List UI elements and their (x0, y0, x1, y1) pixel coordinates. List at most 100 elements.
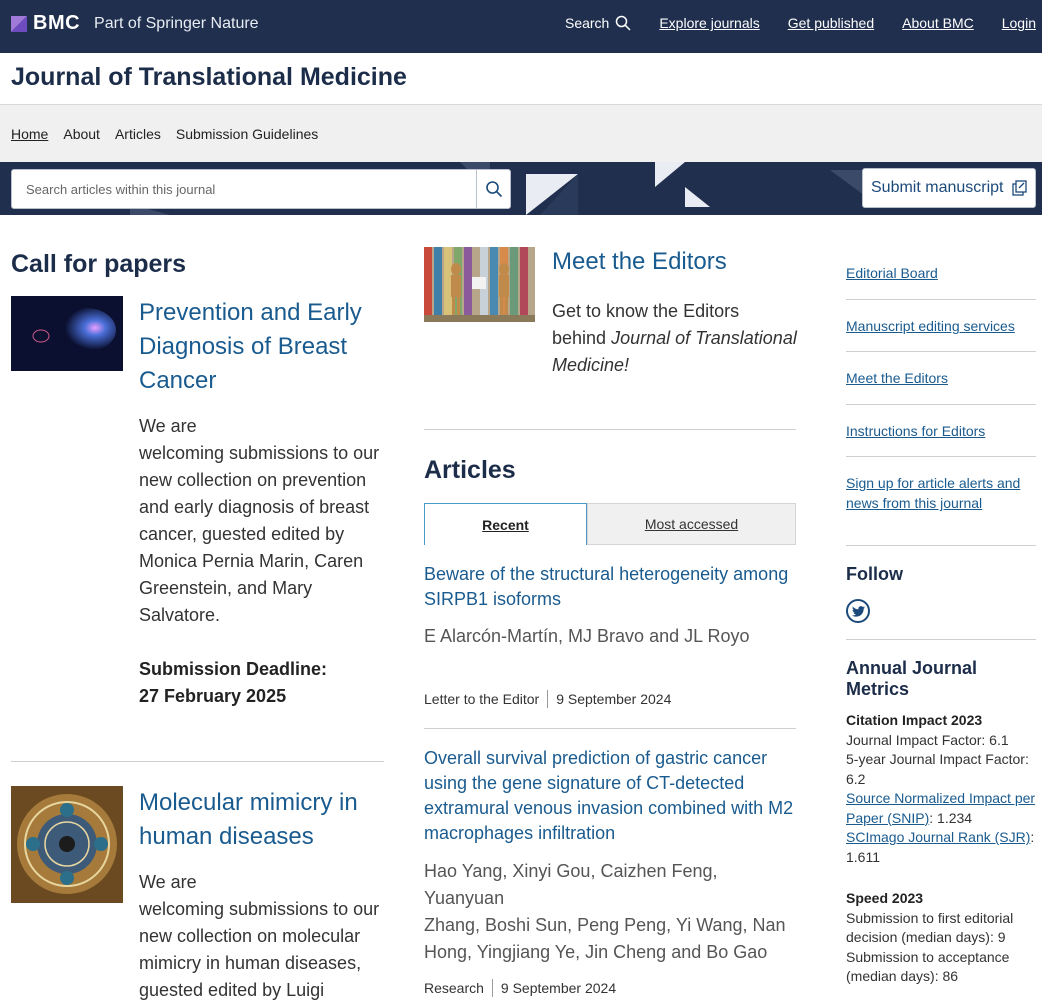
molecular-mimicry-thumbnail[interactable] (11, 786, 123, 903)
article-date: 9 September 2024 (500, 980, 617, 996)
cfp-body-2-line: mimicry in human diseases, (139, 953, 362, 973)
sidebar-link-manuscript-editing[interactable]: Manuscript editing services (846, 316, 1036, 336)
cfp-body-2-line: We are (139, 872, 197, 892)
journal-nav-submission-guidelines[interactable]: Submission Guidelines (176, 126, 318, 142)
sidebar-link-label: Editorial Board (846, 265, 938, 281)
sjr-link[interactable]: SCImago Journal Rank (SJR) (846, 829, 1030, 845)
search-icon (485, 181, 502, 198)
citation-impact-block: Citation Impact 2023 Journal Impact Fact… (846, 711, 1038, 867)
search-icon (616, 15, 631, 31)
article-title-line: Beware of the structural heterogeneity a… (424, 564, 789, 584)
sidebar-link-editorial-board[interactable]: Editorial Board (846, 263, 1036, 283)
global-search-button[interactable]: Search (565, 15, 631, 31)
molecular-mimicry-image (11, 786, 123, 903)
meet-editors-body: Get to know the Editors behind Journal o… (552, 298, 802, 379)
cfp-title-2[interactable]: Molecular mimicry in human diseases (139, 786, 384, 854)
divider (11, 761, 384, 762)
journal-nav-home[interactable]: Home (11, 126, 48, 142)
sjr-separator: : (1030, 829, 1035, 845)
divider (846, 404, 1036, 405)
annual-metrics-heading: Annual Journal Metrics (846, 658, 978, 699)
meet-editors-thumbnail[interactable] (424, 247, 535, 322)
cfp-title-1-line-3: Cancer (139, 367, 217, 394)
speed-block: Speed 2023 Submission to first editorial… (846, 889, 1038, 987)
call-for-papers-heading: Call for papers (11, 250, 187, 278)
cfp-title-1-line-1: Prevention and Early (139, 299, 362, 326)
nav-explore-journals[interactable]: Explore journals (659, 15, 759, 31)
sidebar-link-article-alerts[interactable]: Sign up for article alerts and news from… (846, 473, 1036, 513)
cfp-body-2-line: welcoming submissions to our (139, 899, 380, 919)
journal-title[interactable]: Journal of Translational Medicine (11, 63, 407, 92)
journal-search-button[interactable] (476, 169, 511, 209)
cfp-title-1[interactable]: Prevention and Early Diagnosis of Breast… (139, 296, 384, 398)
sidebar-link-meet-editors[interactable]: Meet the Editors (846, 368, 1036, 388)
cfp-body-1-line: cancer, guested edited by (139, 524, 345, 544)
meet-editors-title[interactable]: Meet the Editors (552, 248, 727, 276)
cfp-title-2-line-2: human diseases (139, 823, 314, 850)
brand-name: BMC (33, 12, 81, 34)
cfp-body-1-line: new collection on prevention (139, 470, 367, 490)
breast-cancer-thumbnail[interactable] (11, 296, 123, 371)
article-type: Research (424, 980, 484, 996)
cfp-body-1-line: Salvatore. (139, 605, 221, 625)
divider (424, 429, 796, 430)
bmc-logo[interactable]: BMC Part of Springer Nature (11, 12, 259, 35)
submit-manuscript-button[interactable]: Submit manuscript (862, 168, 1036, 208)
deadline-label: Submission Deadline: (139, 659, 328, 679)
meta-separator (491, 979, 493, 997)
cfp-body-1-line: Monica Pernia Marin, Caren (139, 551, 364, 571)
cfp-body-2-line: new collection on molecular (139, 926, 361, 946)
global-header: BMC Part of Springer Nature Search Explo… (0, 0, 1042, 53)
snip-link[interactable]: Source Normalized Impact per (846, 790, 1035, 806)
article-type: Letter to the Editor (424, 691, 540, 707)
divider (846, 545, 1036, 546)
cfp-title-1-line-2: Diagnosis of Breast (139, 333, 348, 360)
article-title-line: SIRPB1 isoforms (424, 589, 562, 609)
tab-recent[interactable]: Recent (424, 503, 587, 545)
cfp-body-1-line: Greenstein, and Mary (139, 578, 313, 598)
global-search-label: Search (564, 15, 610, 31)
brand-subtitle: Part of Springer Nature (94, 14, 259, 32)
search-banner: Search articles within this journal Subm… (0, 162, 1042, 215)
divider (424, 728, 796, 729)
sidebar-link-label: Manuscript editing services (846, 318, 1015, 334)
article-title-line: macrophages infiltration (424, 823, 616, 843)
citation-impact-heading: Citation Impact 2023 (846, 712, 983, 728)
divider (846, 299, 1036, 300)
article-meta-1: Letter to the Editor 9 September 2024 (424, 690, 671, 708)
journal-impact-factor: Journal Impact Factor: 6.1 (846, 731, 1009, 748)
article-title-2[interactable]: Overall survival prediction of gastric c… (424, 746, 796, 846)
twitter-icon (851, 605, 865, 617)
cfp-body-1-line: We are (139, 416, 197, 436)
tab-most-accessed[interactable]: Most accessed (587, 503, 796, 545)
journal-nav-bar: Home About Articles Submission Guideline… (0, 104, 1042, 162)
nav-get-published[interactable]: Get published (788, 15, 874, 31)
article-authors-line: Zhang, Boshi Sun, Peng Peng, Yi Wang, Na… (424, 915, 786, 935)
article-title-line: Overall survival prediction of gastric c… (424, 748, 768, 768)
meta-separator (547, 690, 549, 708)
nav-about-bmc[interactable]: About BMC (902, 15, 974, 31)
journal-nav-about[interactable]: About (63, 126, 100, 142)
article-title-line: using the gene signature of CT-detected (424, 773, 745, 793)
twitter-follow-button[interactable] (846, 599, 870, 623)
cfp-body-2-line: guested edited by Luigi (139, 980, 325, 1000)
nav-login[interactable]: Login (1002, 15, 1036, 31)
divider (846, 351, 1036, 352)
five-year-impact-factor-value: 6.2 (846, 770, 866, 787)
snip-link[interactable]: Paper (SNIP) (846, 810, 929, 826)
article-title-1[interactable]: Beware of the structural heterogeneity a… (424, 562, 796, 612)
sidebar-link-label: Meet the Editors (846, 370, 948, 386)
submit-manuscript-label: Submit manuscript (871, 179, 1004, 196)
speed-line: Submission to first editorial (846, 909, 1014, 926)
journal-nav-articles[interactable]: Articles (115, 126, 161, 142)
global-nav: Search Explore journals Get published Ab… (537, 15, 1036, 31)
divider (846, 639, 1036, 640)
sjr-value: 1.611 (846, 848, 880, 865)
speed-line: decision (median days): 9 (846, 929, 1006, 945)
snip-value: : 1.234 (929, 809, 973, 826)
article-authors-1: E Alarcón-Martín, MJ Bravo and JL Royo (424, 623, 796, 650)
journal-search-input[interactable]: Search articles within this journal (11, 169, 477, 209)
sidebar-link-instructions-editors[interactable]: Instructions for Editors (846, 421, 1036, 441)
external-link-icon (1011, 180, 1027, 196)
sidebar-link-label: Sign up for article alerts and (846, 475, 1021, 491)
